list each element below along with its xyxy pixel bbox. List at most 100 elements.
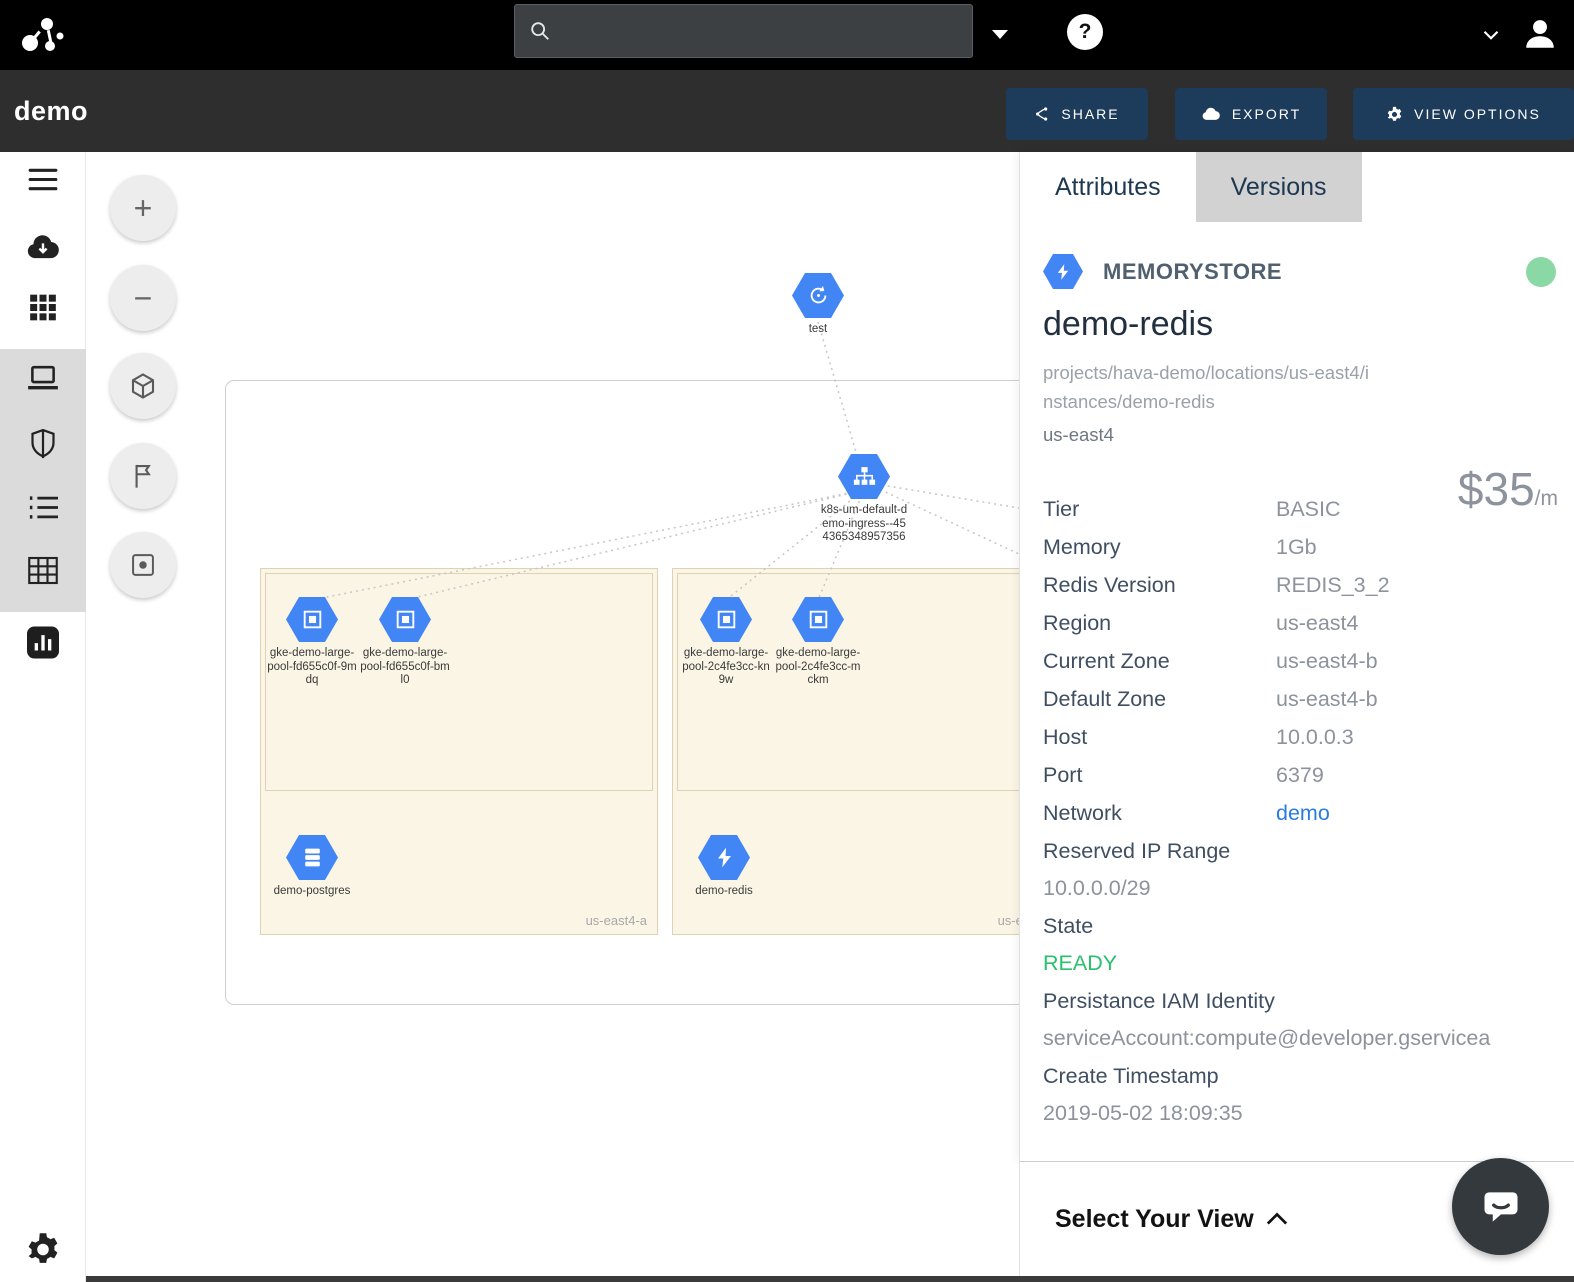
panel-tabs: Attributes Versions bbox=[1020, 152, 1574, 222]
details-panel: Attributes Versions MEMORYSTORE demo-red… bbox=[1019, 152, 1574, 1162]
compute-chip-icon bbox=[286, 597, 338, 642]
attribute-value: us-east4 bbox=[1276, 611, 1358, 636]
attribute-key: Host bbox=[1043, 725, 1276, 750]
select-your-view-label: Select Your View bbox=[1055, 1205, 1254, 1234]
attribute-key: Tier bbox=[1043, 497, 1276, 522]
flag-view-button[interactable] bbox=[110, 443, 176, 509]
table-view-icon[interactable] bbox=[28, 557, 58, 590]
attribute-key: State bbox=[1043, 907, 1560, 945]
diagram-node-test[interactable]: test bbox=[766, 273, 870, 337]
attribute-row: Memory1Gb bbox=[1043, 528, 1560, 566]
environments-grid-icon[interactable] bbox=[29, 294, 57, 327]
focus-icon bbox=[129, 551, 157, 579]
diagram-node-redis[interactable]: demo-redis bbox=[672, 835, 776, 899]
status-dot bbox=[1526, 257, 1556, 287]
price-unit: /m bbox=[1535, 487, 1558, 511]
focus-view-button[interactable] bbox=[110, 532, 176, 598]
share-icon bbox=[1034, 106, 1050, 122]
attribute-value: 10.0.0.3 bbox=[1276, 725, 1354, 750]
attribute-value: REDIS_3_2 bbox=[1276, 573, 1390, 598]
tab-attributes[interactable]: Attributes bbox=[1020, 152, 1196, 222]
network-link[interactable]: demo bbox=[1276, 801, 1330, 826]
resource-type-label: MEMORYSTORE bbox=[1103, 259, 1282, 285]
node-label: demo-postgres bbox=[274, 885, 351, 899]
reports-chart-icon[interactable] bbox=[27, 627, 59, 664]
resource-path: projects/hava-demo/locations/us-east4/in… bbox=[1043, 358, 1379, 416]
dns-icon bbox=[792, 273, 844, 318]
compute-chip-icon bbox=[379, 597, 431, 642]
export-button-label: EXPORT bbox=[1232, 106, 1301, 122]
diagram-node-postgres[interactable]: demo-postgres bbox=[260, 835, 364, 899]
diagram-node-gke-a1[interactable]: gke-demo-large-pool-fd655c0f-9mdq bbox=[260, 597, 364, 688]
memorystore-bolt-icon bbox=[698, 835, 750, 880]
view-options-button[interactable]: VIEW OPTIONS bbox=[1353, 88, 1574, 140]
chat-bubble-icon bbox=[1479, 1185, 1523, 1229]
attribute-key: Reserved IP Range bbox=[1043, 832, 1560, 870]
chevron-up-icon bbox=[1266, 1212, 1288, 1226]
export-button[interactable]: EXPORT bbox=[1175, 88, 1327, 140]
node-label: gke-demo-large-pool-fd655c0f-bml0 bbox=[360, 647, 450, 688]
search-icon bbox=[529, 20, 551, 42]
attribute-key: Current Zone bbox=[1043, 649, 1276, 674]
node-label: demo-redis bbox=[695, 885, 753, 899]
compute-chip-icon bbox=[700, 597, 752, 642]
user-profile-icon[interactable] bbox=[1518, 12, 1562, 61]
memorystore-icon bbox=[1043, 254, 1083, 289]
diagram-node-gke-b2[interactable]: gke-demo-large-pool-2c4fe3cc-mckm bbox=[766, 597, 870, 688]
settings-gear-icon[interactable] bbox=[25, 1232, 61, 1273]
compute-chip-icon bbox=[792, 597, 844, 642]
price-amount: $35 bbox=[1458, 462, 1535, 516]
attribute-key: Port bbox=[1043, 763, 1276, 788]
attribute-row: Redis VersionREDIS_3_2 bbox=[1043, 566, 1560, 604]
resource-location: us-east4 bbox=[1043, 424, 1560, 446]
infrastructure-view-icon[interactable] bbox=[26, 364, 60, 399]
app-logo-icon[interactable] bbox=[16, 10, 66, 60]
attribute-row: Regionus-east4 bbox=[1043, 604, 1560, 642]
diagram-toolbar: demo SHARE EXPORT VIEW OPTIONS bbox=[0, 70, 1574, 152]
diagram-node-ingress[interactable]: k8s-um-default-demo-ingress--45436534895… bbox=[812, 454, 916, 545]
resource-header: MEMORYSTORE bbox=[1043, 254, 1560, 289]
zone-label-a: us-east4-a bbox=[586, 913, 647, 928]
attribute-value: us-east4-b bbox=[1276, 687, 1378, 712]
tab-versions[interactable]: Versions bbox=[1196, 152, 1362, 222]
panel-body: MEMORYSTORE demo-redis projects/hava-dem… bbox=[1020, 254, 1574, 1132]
attribute-value: BASIC bbox=[1276, 497, 1341, 522]
attribute-row: Host10.0.0.3 bbox=[1043, 718, 1560, 756]
bottom-scrollbar[interactable] bbox=[86, 1276, 1574, 1282]
search-scope-caret-icon[interactable] bbox=[992, 30, 1008, 39]
diagram-node-gke-a2[interactable]: gke-demo-large-pool-fd655c0f-bml0 bbox=[353, 597, 457, 688]
attribute-key: Redis Version bbox=[1043, 573, 1276, 598]
help-icon[interactable]: ? bbox=[1067, 14, 1103, 50]
attribute-row: Current Zoneus-east4-b bbox=[1043, 642, 1560, 680]
price-tag: $35/m bbox=[1458, 462, 1558, 516]
menu-hamburger-icon[interactable] bbox=[28, 168, 58, 197]
search-input[interactable] bbox=[551, 21, 972, 42]
node-label: k8s-um-default-demo-ingress--45436534895… bbox=[819, 504, 909, 545]
cube-icon bbox=[128, 371, 158, 401]
search-box bbox=[514, 4, 973, 58]
left-sidebar bbox=[0, 152, 86, 1282]
select-your-view-button[interactable]: Select Your View bbox=[1055, 1205, 1288, 1234]
node-label: test bbox=[809, 323, 828, 337]
cloud-import-icon[interactable] bbox=[26, 232, 60, 265]
share-button[interactable]: SHARE bbox=[1006, 88, 1148, 140]
3d-view-button[interactable] bbox=[110, 353, 176, 419]
attribute-row-network: Networkdemo bbox=[1043, 794, 1560, 832]
attribute-key: Memory bbox=[1043, 535, 1276, 560]
list-view-icon[interactable] bbox=[28, 495, 58, 526]
chat-support-button[interactable] bbox=[1452, 1158, 1549, 1255]
zoom-out-button[interactable]: − bbox=[110, 265, 176, 331]
page-title: demo bbox=[14, 70, 88, 152]
network-ingress-icon bbox=[838, 454, 890, 499]
attribute-value: 1Gb bbox=[1276, 535, 1317, 560]
diagram-node-gke-b1[interactable]: gke-demo-large-pool-2c4fe3cc-kn9w bbox=[674, 597, 778, 688]
account-chevron-down-icon[interactable] bbox=[1478, 22, 1504, 53]
attribute-row: Default Zoneus-east4-b bbox=[1043, 680, 1560, 718]
security-view-icon[interactable] bbox=[29, 428, 57, 465]
node-label: gke-demo-large-pool-2c4fe3cc-mckm bbox=[773, 647, 863, 688]
attribute-key: Persistance IAM Identity bbox=[1043, 982, 1560, 1020]
attribute-list: TierBASIC Memory1Gb Redis VersionREDIS_3… bbox=[1043, 490, 1560, 1132]
zoom-in-button[interactable]: + bbox=[110, 175, 176, 241]
attribute-value: 10.0.0.0/29 bbox=[1043, 870, 1560, 907]
cloud-export-icon bbox=[1201, 106, 1221, 122]
